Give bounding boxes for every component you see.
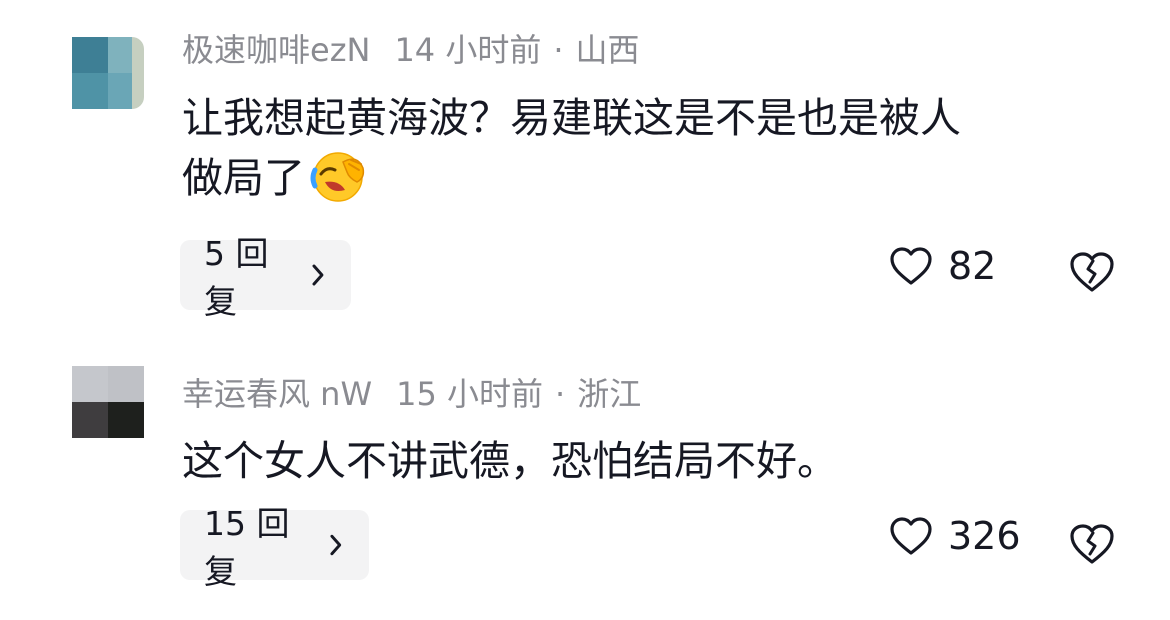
like-button[interactable]: 82 xyxy=(888,244,996,288)
avatar-pixel xyxy=(72,73,108,109)
chevron-right-icon xyxy=(330,534,342,556)
like-button[interactable]: 326 xyxy=(888,514,1021,558)
comment-text-line: 做局了 xyxy=(182,154,305,202)
avatar[interactable] xyxy=(72,37,144,109)
location: 浙江 xyxy=(577,375,642,413)
reply-count-label: 15 回复 xyxy=(204,504,290,591)
heart-outline-icon xyxy=(890,247,932,285)
broken-heart-outline-icon[interactable] xyxy=(1068,522,1116,566)
comment-item: 幸运春风 nW 15 小时前 · 浙江 这个女人不讲武德，恐怕结局不好。 15 回复 … xyxy=(0,330,1170,620)
reply-count-label: 5 回复 xyxy=(204,234,269,321)
avatar[interactable] xyxy=(72,366,144,438)
broken-heart-outline-icon[interactable] xyxy=(1068,250,1116,294)
like-count: 82 xyxy=(948,244,997,288)
timestamp: 14 小时前 xyxy=(394,31,542,69)
avatar-pixel xyxy=(108,366,144,402)
comment-text-line: 让我想起黄海波？易建联这是不是也是被人 xyxy=(182,94,961,142)
like-count: 326 xyxy=(948,514,1021,558)
avatar-pixel xyxy=(108,37,132,73)
comment-meta: 极速咖啡ezN 14 小时前 · 山西 xyxy=(182,30,640,70)
avatar-pixel xyxy=(108,73,132,109)
location: 山西 xyxy=(575,31,640,69)
chevron-right-icon xyxy=(312,264,324,286)
heart-outline-icon xyxy=(890,517,932,555)
view-replies-button[interactable]: 5 回复 xyxy=(180,234,351,321)
laughing-crying-emoji-icon xyxy=(310,152,365,202)
separator-dot: · xyxy=(553,31,564,69)
comment-text: 让我想起黄海波？易建联这是不是也是被人 做局了 xyxy=(182,88,1122,208)
avatar-pixel xyxy=(72,37,108,73)
timestamp: 15 小时前 xyxy=(396,375,544,413)
username[interactable]: 极速咖啡ezN xyxy=(182,31,370,69)
avatar-pixel xyxy=(108,402,144,438)
username[interactable]: 幸运春风 nW xyxy=(182,375,372,413)
comment-item: 极速咖啡ezN 14 小时前 · 山西 让我想起黄海波？易建联这是不是也是被人 做局了… xyxy=(0,0,1170,330)
avatar-pixel xyxy=(72,402,108,438)
comment-text: 这个女人不讲武德，恐怕结局不好。 xyxy=(182,431,1122,491)
view-replies-button[interactable]: 15 回复 xyxy=(180,504,369,591)
avatar-pixel xyxy=(132,37,144,109)
comment-text-line: 这个女人不讲武德，恐怕结局不好。 xyxy=(182,437,838,485)
comment-meta: 幸运春风 nW 15 小时前 · 浙江 xyxy=(182,374,641,414)
avatar-pixel xyxy=(72,366,108,402)
separator-dot: · xyxy=(555,375,566,413)
